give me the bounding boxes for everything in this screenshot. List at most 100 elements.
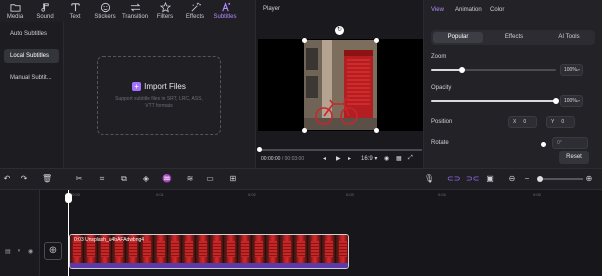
toolbar-sound[interactable]: Sound [30, 0, 60, 22]
magnet-snap-icon[interactable]: ⊂⊃ [447, 174, 460, 184]
toolbar-text[interactable]: Text [60, 0, 90, 22]
opacity-label: Opacity [431, 85, 452, 91]
subtab-popular[interactable]: Popular [433, 32, 483, 43]
zoom-value-field[interactable]: 100% ▴▾ [560, 64, 583, 76]
delete-icon[interactable]: 🗑 [42, 174, 52, 184]
subtitles-sidebar: Auto Subtitles Local Subtitles Manual Su… [0, 22, 63, 168]
subtab-ai-tools[interactable]: AI Tools [545, 32, 593, 43]
toolbar-media[interactable]: Media [0, 0, 30, 22]
sidebar-item-auto-subtitles[interactable]: Auto Subtitles [4, 27, 59, 41]
export-frame-icon[interactable]: ⊞ [228, 174, 238, 184]
previous-frame-icon[interactable]: ◂ [323, 155, 326, 162]
ruler-tick: 0:05 [533, 192, 541, 197]
resize-handle-top-right[interactable] [374, 38, 379, 43]
snapshot-icon[interactable]: ◉ [384, 155, 389, 162]
opacity-slider[interactable] [431, 98, 559, 104]
add-media-button[interactable]: ⊕ [44, 242, 62, 260]
play-icon[interactable]: ▶ [336, 155, 341, 162]
tab-view[interactable]: View [431, 7, 444, 13]
freeze-icon[interactable]: ⧉ [119, 174, 129, 184]
aspect-ratio-select[interactable]: 16:9 ▾ [361, 155, 377, 162]
toolbar-stickers[interactable]: Stickers [90, 0, 120, 22]
audio-detach-icon[interactable]: ♒ [162, 174, 172, 184]
rotate-value-field[interactable]: 0° [552, 137, 588, 149]
properties-panel: View Animation Color Popular Effects AI … [423, 0, 602, 168]
position-y-field[interactable]: Y0 [546, 116, 575, 128]
phone-booth-photo [304, 40, 377, 130]
zoom-out-icon[interactable]: − [522, 174, 532, 184]
toolbar-subtitles[interactable]: Subtitles [210, 0, 240, 22]
position-x-field[interactable]: X0 [508, 116, 537, 128]
toolbar-filters[interactable]: Filters [150, 0, 180, 22]
import-dropzone[interactable]: + Import Files Support subtitle files in… [97, 56, 221, 135]
microphone-icon[interactable]: 🎙 [424, 174, 434, 184]
undo-icon[interactable]: ↶ [2, 174, 12, 184]
opacity-value-field[interactable]: 100% ▴▾ [560, 95, 583, 107]
rotate-handle-icon[interactable]: ↻ [335, 26, 344, 35]
timeline-zoom-knob[interactable] [537, 176, 543, 182]
resize-handle-bottom-left[interactable] [302, 128, 307, 133]
sidebar-item-local-subtitles[interactable]: Local Subtitles [4, 49, 59, 63]
subtab-effects[interactable]: Effects [491, 32, 537, 43]
playhead-handle[interactable] [65, 193, 72, 203]
mask-icon[interactable]: ◈ [141, 174, 151, 184]
minus-icon[interactable]: ⊖ [507, 174, 517, 184]
ruler-tick: 0:01 [156, 192, 164, 197]
timeline-area: ▤ ◖ ◉ 00:00 0:01 0:02 0:03 0:04 0:05 ⊕ 0… [0, 190, 602, 276]
toolbar-transition-label: Transition [121, 14, 149, 20]
plus-icon: + [132, 81, 142, 91]
reset-button[interactable]: Reset [559, 151, 589, 164]
playback-scrubber[interactable] [257, 147, 422, 152]
resize-handle-top-left[interactable] [302, 38, 307, 43]
track-header: ▤ ◖ ◉ [0, 190, 40, 276]
link-icon[interactable]: ⊃⊂ [466, 174, 479, 184]
stepper-icon[interactable]: ▴▾ [576, 96, 580, 106]
subtitle-edit-icon[interactable]: ▭ [205, 174, 215, 184]
split-icon[interactable]: ✂ [74, 174, 84, 184]
lock-icon[interactable]: ▤ [5, 248, 11, 255]
crop-icon[interactable]: ⌗ [97, 174, 107, 184]
next-frame-icon[interactable]: ▸ [348, 155, 351, 162]
redo-icon[interactable]: ↷ [19, 174, 29, 184]
zoom-in-icon[interactable]: ⊕ [584, 174, 594, 184]
preview-track-icon[interactable]: ▣ [485, 174, 495, 184]
opacity-slider-fill [431, 100, 556, 102]
import-hint: Support subtitle files in SRT, LRC, ASS,… [115, 95, 203, 109]
preview-image[interactable] [304, 40, 377, 130]
mute-icon[interactable]: ◖ [17, 248, 21, 254]
import-files-button[interactable]: + Import Files [132, 81, 186, 91]
timeline-zoom-slider[interactable] [537, 176, 583, 182]
toolbar-effects[interactable]: Effects [180, 0, 210, 22]
folder-icon [9, 4, 21, 12]
safe-area-icon[interactable]: ▦ [396, 155, 402, 162]
timeline-ruler[interactable]: 00:00 0:01 0:02 0:03 0:04 0:05 [68, 190, 602, 200]
zoom-slider-knob[interactable] [459, 67, 466, 73]
ruler-tick: 0:04 [438, 192, 446, 197]
eye-icon[interactable]: ◉ [28, 248, 33, 255]
sidebar-item-manual-subtitles[interactable]: Manual Subtit... [4, 71, 59, 85]
position-x-value: 0 [523, 119, 527, 125]
aspect-ratio-value: 16:9 [361, 156, 373, 162]
video-clip[interactable]: 0:03 Unsplash_u4bAFAdwbng4 [69, 234, 349, 269]
scrubber-knob[interactable] [257, 147, 262, 152]
media-toolbar: Media Sound Text Stickers Transition Fil… [0, 0, 255, 22]
fullscreen-icon[interactable]: ⤢ [408, 155, 413, 162]
toolbar-transition[interactable]: Transition [120, 0, 150, 22]
speed-icon[interactable]: ≋ [185, 174, 195, 184]
preview-canvas [258, 38, 424, 133]
opacity-slider-knob[interactable] [553, 98, 559, 104]
toolbar-media-label: Media [6, 14, 24, 20]
tab-color[interactable]: Color [490, 7, 504, 13]
zoom-slider[interactable] [431, 67, 556, 73]
toolbar-effects-label: Effects [185, 14, 205, 20]
rotate-dial[interactable] [541, 142, 546, 147]
music-note-icon [40, 3, 49, 12]
effects-icon [191, 2, 201, 12]
text-icon [70, 3, 80, 12]
stepper-icon[interactable]: ▴▾ [576, 65, 580, 75]
resize-handle-bottom-right[interactable] [374, 128, 379, 133]
clip-label: 0:03 Unsplash_u4bAFAdwbng4 [74, 237, 145, 243]
tab-animation[interactable]: Animation [455, 7, 482, 13]
transition-icon [130, 3, 140, 12]
x-axis-label: X [513, 119, 517, 125]
